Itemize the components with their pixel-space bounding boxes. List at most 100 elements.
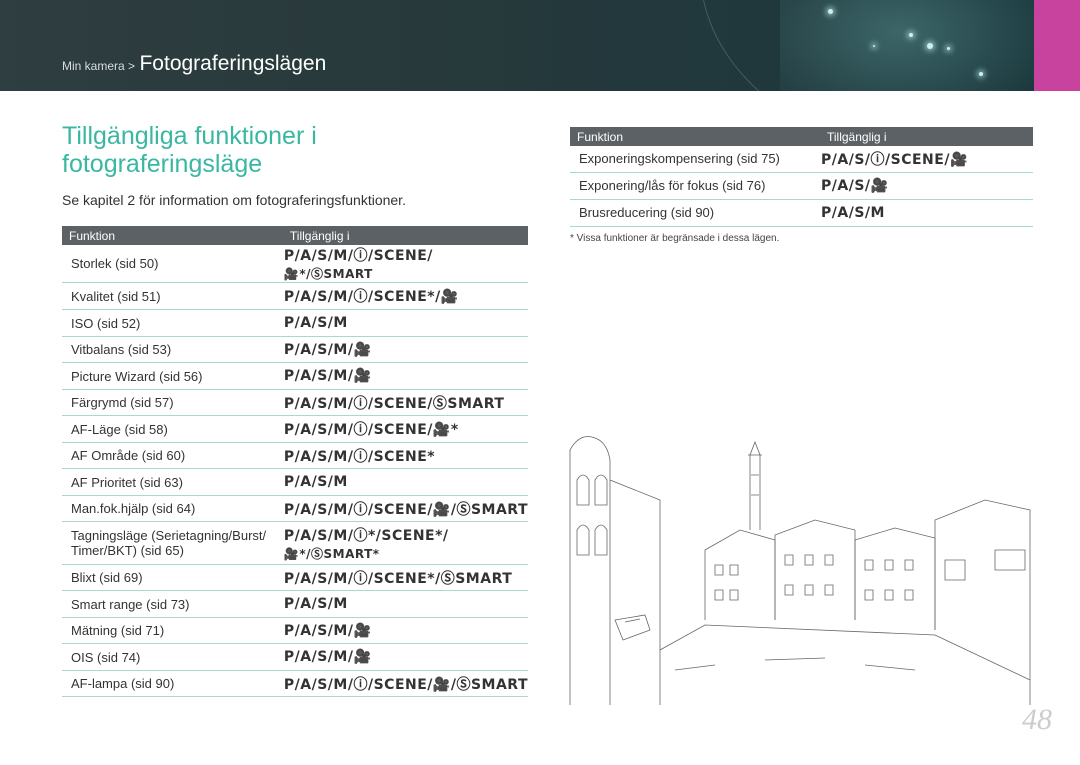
- table-row: Tagningsläge (Serietagning/Burst/Timer/B…: [62, 521, 528, 565]
- modes-cell: P/A/S/M/ⓘ/SCENE*: [282, 442, 528, 469]
- modes-cell: P/A/S/M/🎥: [282, 362, 528, 390]
- table-row: ISO (sid 52) P/A/S/M: [62, 309, 528, 337]
- modes-cell: P/A/S/M/🎥: [282, 643, 528, 671]
- sketch-canal-edge: [659, 624, 1031, 681]
- table-row: Vitbalans (sid 53) P/A/S/M/🎥: [62, 336, 528, 363]
- section-tab-accent: [1034, 0, 1080, 91]
- function-cell: Exponeringskompensering (sid 75): [570, 146, 820, 173]
- mode-icons: P/A/S/M/ⓘ/SCENE*/ⓈSMART: [283, 570, 513, 587]
- table-header-row: Funktion Tillgänglig i: [62, 226, 528, 245]
- mode-icons: P/A/S/M/ⓘ/SCENE/ⓈSMART: [283, 395, 505, 412]
- breadcrumb: Min kamera > Fotograferingslägen: [62, 52, 326, 76]
- modes-cell: P/A/S/M: [820, 199, 1033, 227]
- function-line: Tagningsläge (Serietagning/Burst/: [71, 528, 267, 543]
- sketch-left-building: [609, 479, 661, 705]
- mode-icons: 🎥*/ⓈSMART: [283, 267, 373, 281]
- sparkle-dot: [909, 33, 913, 37]
- table-row: Exponeringskompensering (sid 75) P/A/S/ⓘ/…: [570, 146, 1033, 173]
- left-function-table: Funktion Tillgänglig i Storlek (sid 50) P…: [62, 226, 528, 697]
- table-row: Kvalitet (sid 51) P/A/S/M/ⓘ/SCENE*/🎥: [62, 282, 528, 310]
- function-cell: AF Prioritet (sid 63): [62, 468, 283, 496]
- table-row: Storlek (sid 50) P/A/S/M/ⓘ/SCENE/ 🎥*/ⓈSMAR…: [62, 245, 528, 283]
- header-arc: [700, 0, 1080, 91]
- function-cell: Storlek (sid 50): [62, 245, 283, 283]
- page-title: Tillgängliga funktioner i fotograferings…: [62, 122, 317, 178]
- header-available: Tillgänglig i: [282, 226, 528, 245]
- venice-canal-sketch: [569, 436, 1031, 705]
- mode-icons: P/A/S/M/🎥: [283, 622, 372, 639]
- modes-cell: P/A/S/🎥: [820, 172, 1033, 200]
- sketch-center-buildings: [854, 527, 936, 630]
- modes-cell: P/A/S/M/ⓘ/SCENE/🎥/ⓈSMART: [282, 495, 528, 522]
- header-available: Tillgänglig i: [820, 127, 1033, 146]
- footnote: * Vissa funktioner är begränsade i dessa…: [570, 233, 780, 244]
- sparkle-dot: [873, 45, 875, 47]
- mode-icons: P/A/S/M/ⓘ*/SCENE*/: [283, 527, 449, 544]
- sparkle-dot: [947, 47, 950, 50]
- function-cell: Mätning (sid 71): [62, 617, 283, 644]
- sketch-water-lines: [674, 657, 916, 671]
- header-function: Funktion: [62, 226, 283, 245]
- function-cell: AF-lampa (sid 90): [62, 670, 283, 697]
- modes-cell: P/A/S/M/🎥: [282, 336, 528, 363]
- sketch-boat: [614, 614, 651, 641]
- mode-icons: P/A/S/M/ⓘ/SCENE/: [283, 248, 433, 264]
- table-row: Blixt (sid 69) P/A/S/M/ⓘ/SCENE*/ⓈSMART: [62, 564, 528, 591]
- mode-icons: P/A/S/M: [821, 204, 885, 221]
- sketch-right-building: [944, 549, 1026, 581]
- mode-icons: P/A/S/M/ⓘ/SCENE/🎥/ⓈSMART: [283, 501, 528, 518]
- function-line: Timer/BKT) (sid 65): [71, 543, 184, 558]
- mode-icons: P/A/S/🎥: [821, 177, 889, 194]
- function-cell: Smart range (sid 73): [62, 590, 283, 618]
- table-row: AF-Läge (sid 58) P/A/S/M/ⓘ/SCENE/🎥*: [62, 415, 528, 443]
- header-function: Funktion: [570, 127, 820, 146]
- mode-icons: P/A/S/M/🎥: [283, 341, 372, 358]
- page-header: Min kamera > Fotograferingslägen: [0, 0, 1080, 91]
- mode-icons: P/A/S/ⓘ/SCENE/🎥: [821, 151, 968, 168]
- table-row: Man.fok.hjälp (sid 64) P/A/S/M/ⓘ/SCENE/🎥/…: [62, 495, 528, 522]
- function-cell: AF Område (sid 60): [62, 442, 283, 469]
- modes-cell: P/A/S/M: [282, 468, 528, 496]
- modes-cell: P/A/S/M/ⓘ/SCENE/🎥/ⓈSMART: [282, 670, 528, 697]
- mode-icons: P/A/S/M/🎥: [283, 368, 372, 384]
- mode-icons: P/A/S/M/ⓘ/SCENE/🎥*: [283, 422, 459, 438]
- sketch-arch-windows: [576, 474, 608, 506]
- table-header-row: Funktion Tillgänglig i: [570, 127, 1033, 146]
- modes-cell: P/A/S/M/🎥: [282, 617, 528, 644]
- modes-cell: P/A/S/M/ⓘ/SCENE/ 🎥*/ⓈSMART: [282, 245, 528, 283]
- mode-icons: P/A/S/M/ⓘ/SCENE/🎥/ⓈSMART: [283, 676, 528, 693]
- modes-cell: P/A/S/M/ⓘ/SCENE*/ⓈSMART: [282, 564, 528, 591]
- mode-icons: 🎥*/ⓈSMART*: [283, 546, 380, 561]
- breadcrumb-parent[interactable]: Min kamera >: [62, 59, 135, 73]
- function-cell: Man.fok.hjälp (sid 64): [62, 495, 283, 522]
- function-cell: AF-Läge (sid 58): [62, 415, 283, 443]
- breadcrumb-current: Fotograferingslägen: [139, 52, 327, 75]
- sketch-arch-windows: [576, 524, 608, 556]
- function-cell: Picture Wizard (sid 56): [62, 362, 283, 390]
- sparkle-dot: [979, 72, 983, 76]
- mode-icons: P/A/S/M: [283, 474, 348, 490]
- sparkle-dot: [828, 9, 833, 14]
- table-row: AF-lampa (sid 90) P/A/S/M/ⓘ/SCENE/🎥/ⓈSMAR…: [62, 670, 528, 697]
- right-function-table: Funktion Tillgänglig i Exponeringskompen…: [570, 127, 1033, 227]
- function-cell: Färgrymd (sid 57): [62, 389, 283, 416]
- sketch-windows: [714, 554, 914, 576]
- function-cell: OIS (sid 74): [62, 643, 283, 671]
- table-row: Exponering/lås för fokus (sid 76) P/A/S/🎥: [570, 172, 1033, 200]
- sparkle-dot: [927, 43, 933, 49]
- function-cell: Blixt (sid 69): [62, 564, 283, 591]
- table-row: Brusreducering (sid 90) P/A/S/M: [570, 199, 1033, 227]
- table-row: Picture Wizard (sid 56) P/A/S/M/🎥: [62, 362, 528, 390]
- function-cell: Tagningsläge (Serietagning/Burst/Timer/B…: [62, 521, 283, 565]
- mode-icons: P/A/S/M/🎥: [283, 649, 372, 665]
- table-row: Färgrymd (sid 57) P/A/S/M/ⓘ/SCENE/ⓈSMART: [62, 389, 528, 416]
- function-cell: Vitbalans (sid 53): [62, 336, 283, 363]
- table-row: OIS (sid 74) P/A/S/M/🎥: [62, 643, 528, 671]
- function-cell: Exponering/lås för fokus (sid 76): [570, 172, 820, 200]
- modes-cell: P/A/S/M/ⓘ/SCENE/🎥*: [282, 415, 528, 443]
- sketch-center-buildings: [774, 519, 856, 620]
- modes-cell: P/A/S/ⓘ/SCENE/🎥: [820, 146, 1033, 173]
- mode-icons: P/A/S/M/ⓘ/SCENE*/🎥: [283, 289, 459, 305]
- sketch-right-building: [934, 499, 1031, 705]
- sketch-bell-tower: [748, 440, 762, 530]
